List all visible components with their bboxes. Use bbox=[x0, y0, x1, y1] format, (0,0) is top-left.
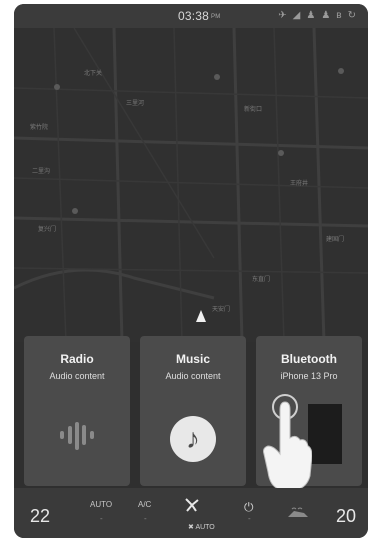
auto-indicator: - bbox=[100, 514, 103, 523]
map-poi-pin[interactable] bbox=[338, 68, 344, 74]
navigation-map[interactable]: 紫竹院 北下关 二里沟 新街口 复兴门 天安门 王府井 建国门 三里河 东直门 bbox=[14, 28, 368, 342]
plane-icon: ✈ bbox=[278, 10, 287, 21]
climate-bar: 22 AUTO - A/C - ✖ AUTO ⏻ - 20 bbox=[14, 488, 368, 538]
media-cards: Radio Audio content Music Audio content … bbox=[14, 334, 368, 490]
bluetooth-card[interactable]: Bluetooth iPhone 13 Pro bbox=[256, 336, 362, 490]
map-label: 三里河 bbox=[126, 101, 145, 107]
music-card-title: Music bbox=[175, 352, 210, 366]
music-card[interactable]: Music Audio content ♪ bbox=[140, 336, 246, 486]
radio-card-subtitle: Audio content bbox=[49, 371, 105, 381]
signal-icon: ◢ bbox=[292, 10, 301, 21]
sound-wave-icon bbox=[60, 420, 96, 450]
fan-icon[interactable] bbox=[183, 496, 201, 514]
map-label: 东直门 bbox=[252, 277, 271, 283]
map-poi-pin[interactable] bbox=[214, 74, 220, 80]
status-bar: 03:38 PM ✈ ◢ ♟ ♟ ʙ ↻ bbox=[14, 4, 368, 28]
bluetooth-icon: ʙ bbox=[336, 10, 342, 21]
fan-auto-text: AUTO bbox=[195, 524, 215, 531]
seat-heat-icon[interactable] bbox=[286, 507, 310, 519]
passenger-temp[interactable]: 20 bbox=[336, 506, 356, 527]
map-label: 二里沟 bbox=[32, 169, 51, 175]
current-location-arrow-icon bbox=[196, 310, 206, 322]
map-label: 北下关 bbox=[84, 71, 103, 77]
driver-temp[interactable]: 22 bbox=[30, 506, 50, 527]
music-note-icon: ♪ bbox=[170, 416, 216, 462]
infotainment-screen: 03:38 PM ✈ ◢ ♟ ♟ ʙ ↻ 紫竹院 北下关 二里沟 新街口 复兴门… bbox=[14, 4, 368, 538]
fan-auto-label: ✖ AUTO bbox=[188, 524, 215, 531]
user-icon: ♟ bbox=[306, 10, 316, 21]
hand-pointer-icon bbox=[263, 401, 312, 490]
clock-ampm: PM bbox=[211, 13, 221, 20]
power-indicator: - bbox=[248, 514, 251, 523]
refresh-icon: ↻ bbox=[347, 10, 356, 21]
map-label: 王府井 bbox=[290, 181, 309, 187]
bluetooth-card-title: Bluetooth bbox=[281, 352, 337, 366]
user-icon: ♟ bbox=[321, 10, 331, 21]
map-label: 建国门 bbox=[326, 237, 345, 243]
map-poi-pin[interactable] bbox=[278, 150, 284, 156]
radio-card-title: Radio bbox=[60, 352, 94, 366]
music-card-subtitle: Audio content bbox=[165, 371, 221, 381]
map-label: 复兴门 bbox=[38, 227, 57, 233]
ac-button[interactable]: A/C bbox=[138, 500, 151, 509]
map-poi-pin[interactable] bbox=[72, 208, 78, 214]
bluetooth-card-subtitle: iPhone 13 Pro bbox=[280, 371, 338, 381]
radio-card[interactable]: Radio Audio content bbox=[24, 336, 130, 486]
map-label: 天安门 bbox=[212, 307, 231, 313]
status-icons: ✈ ◢ ♟ ♟ ʙ ↻ bbox=[278, 10, 356, 22]
clock: 03:38 PM bbox=[178, 9, 220, 23]
map-poi-pin[interactable] bbox=[54, 84, 60, 90]
bluetooth-device-icon bbox=[308, 404, 342, 464]
map-label: 新街口 bbox=[244, 107, 263, 113]
map-roads bbox=[14, 28, 368, 342]
auto-button[interactable]: AUTO bbox=[90, 500, 112, 509]
map-label: 紫竹院 bbox=[30, 125, 49, 131]
ac-indicator: - bbox=[144, 514, 147, 523]
power-icon[interactable]: ⏻ bbox=[244, 500, 254, 515]
clock-time: 03:38 bbox=[178, 9, 210, 23]
